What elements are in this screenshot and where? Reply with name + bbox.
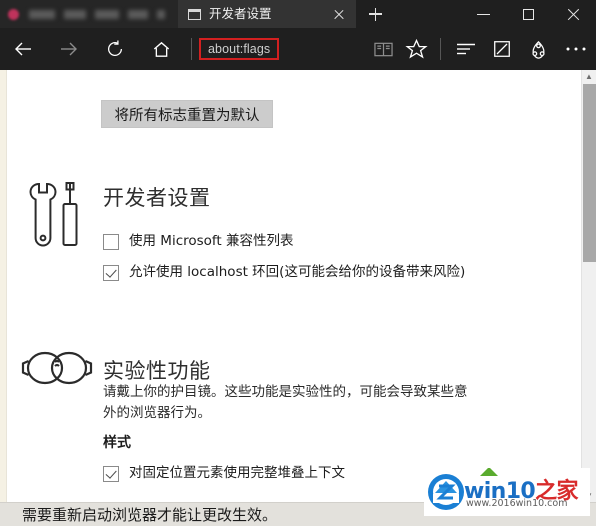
book-icon[interactable]: [367, 28, 399, 70]
watermark-text-block: win10之家 www.2016win10.com: [464, 468, 590, 513]
tab-page-icon: [188, 8, 201, 20]
experimental-features-description: 请戴上你的护目镜。这些功能是实验性的，可能会导致某些意外的浏览器行为。: [103, 384, 468, 421]
scroll-up-arrow-icon[interactable]: ▲: [582, 70, 596, 83]
checkbox-row-localhost-loopback[interactable]: 允许使用 localhost 环回(这可能会给你的设备带来风险): [103, 264, 465, 281]
section-title-experimental-features: 实验性功能: [103, 359, 211, 383]
watermark-url: www.2016win10.com: [466, 498, 568, 509]
tab-label-blurred: [64, 9, 86, 19]
refresh-icon[interactable]: [92, 28, 138, 70]
tab-developer-settings[interactable]: 开发者设置: [178, 0, 356, 28]
star-icon[interactable]: [399, 28, 433, 70]
tab-favicon-blurred: [8, 8, 19, 20]
forward-arrow-icon[interactable]: [46, 28, 92, 70]
page-viewport: 将所有标志重置为默认 开发者设置 使用 Microsoft 兼容性列表 允许使用…: [0, 70, 596, 502]
toolbar-divider: [440, 38, 441, 60]
maximize-icon[interactable]: [506, 0, 551, 28]
address-bar-highlight: about:flags: [199, 38, 280, 60]
page-content: 将所有标志重置为默认 开发者设置 使用 Microsoft 兼容性列表 允许使用…: [8, 70, 582, 502]
section-title-developer-settings: 开发者设置: [103, 186, 211, 210]
tab-title: 开发者设置: [209, 7, 272, 21]
checkbox-localhost-loopback[interactable]: [103, 265, 119, 281]
tab-label-blurred: [157, 9, 165, 19]
page-scrollbar[interactable]: ▲ ▼: [581, 70, 596, 502]
close-icon[interactable]: [328, 3, 350, 25]
toolbar-divider: [191, 38, 192, 60]
reset-all-flags-button[interactable]: 将所有标志重置为默认: [101, 100, 273, 128]
watermark-logo-icon: [426, 472, 466, 512]
checkbox-label: 对固定位置元素使用完整堆叠上下文: [129, 465, 345, 481]
wrench-screwdriver-icon: [25, 180, 87, 257]
title-bar: 开发者设置: [0, 0, 596, 28]
back-arrow-icon[interactable]: [0, 28, 46, 70]
plus-icon[interactable]: [356, 0, 394, 28]
hub-lines-icon[interactable]: [448, 28, 484, 70]
tab-inactive-blurred[interactable]: [0, 0, 178, 28]
share-icon[interactable]: [520, 28, 556, 70]
window-controls: [461, 0, 596, 28]
checkbox-full-stacking-context[interactable]: [103, 466, 119, 482]
ellipsis-icon[interactable]: [556, 28, 596, 70]
tab-label-blurred: [29, 9, 55, 19]
checkbox-label: 使用 Microsoft 兼容性列表: [129, 233, 294, 249]
scrollbar-thumb[interactable]: [583, 84, 596, 262]
tab-strip: 开发者设置: [0, 0, 461, 28]
page-left-margin: [0, 70, 7, 502]
tab-label-blurred: [128, 9, 148, 19]
restart-notice-text: 需要重新启动浏览器才能让更改生效。: [22, 506, 278, 524]
tab-label-blurred: [95, 9, 119, 19]
checkbox-compatibility-list[interactable]: [103, 234, 119, 250]
minimize-icon[interactable]: [461, 0, 506, 28]
address-input[interactable]: about:flags: [208, 42, 270, 56]
checkbox-row-full-stacking-context[interactable]: 对固定位置元素使用完整堆叠上下文: [103, 465, 345, 482]
browser-toolbar: about:flags: [0, 28, 596, 70]
home-icon[interactable]: [138, 28, 184, 70]
subsection-title-styles: 样式: [103, 435, 131, 451]
browser-window: 开发者设置 about:flags 将所有标志重置为默认 开发者设置 使用 Mi…: [0, 0, 596, 526]
goggles-icon: [19, 342, 95, 399]
close-icon[interactable]: [551, 0, 596, 28]
checkbox-label: 允许使用 localhost 环回(这可能会给你的设备带来风险): [129, 264, 466, 280]
note-pencil-icon[interactable]: [484, 28, 520, 70]
watermark: win10之家 www.2016win10.com: [424, 468, 590, 516]
checkbox-row-compatibility-list[interactable]: 使用 Microsoft 兼容性列表: [103, 233, 294, 250]
